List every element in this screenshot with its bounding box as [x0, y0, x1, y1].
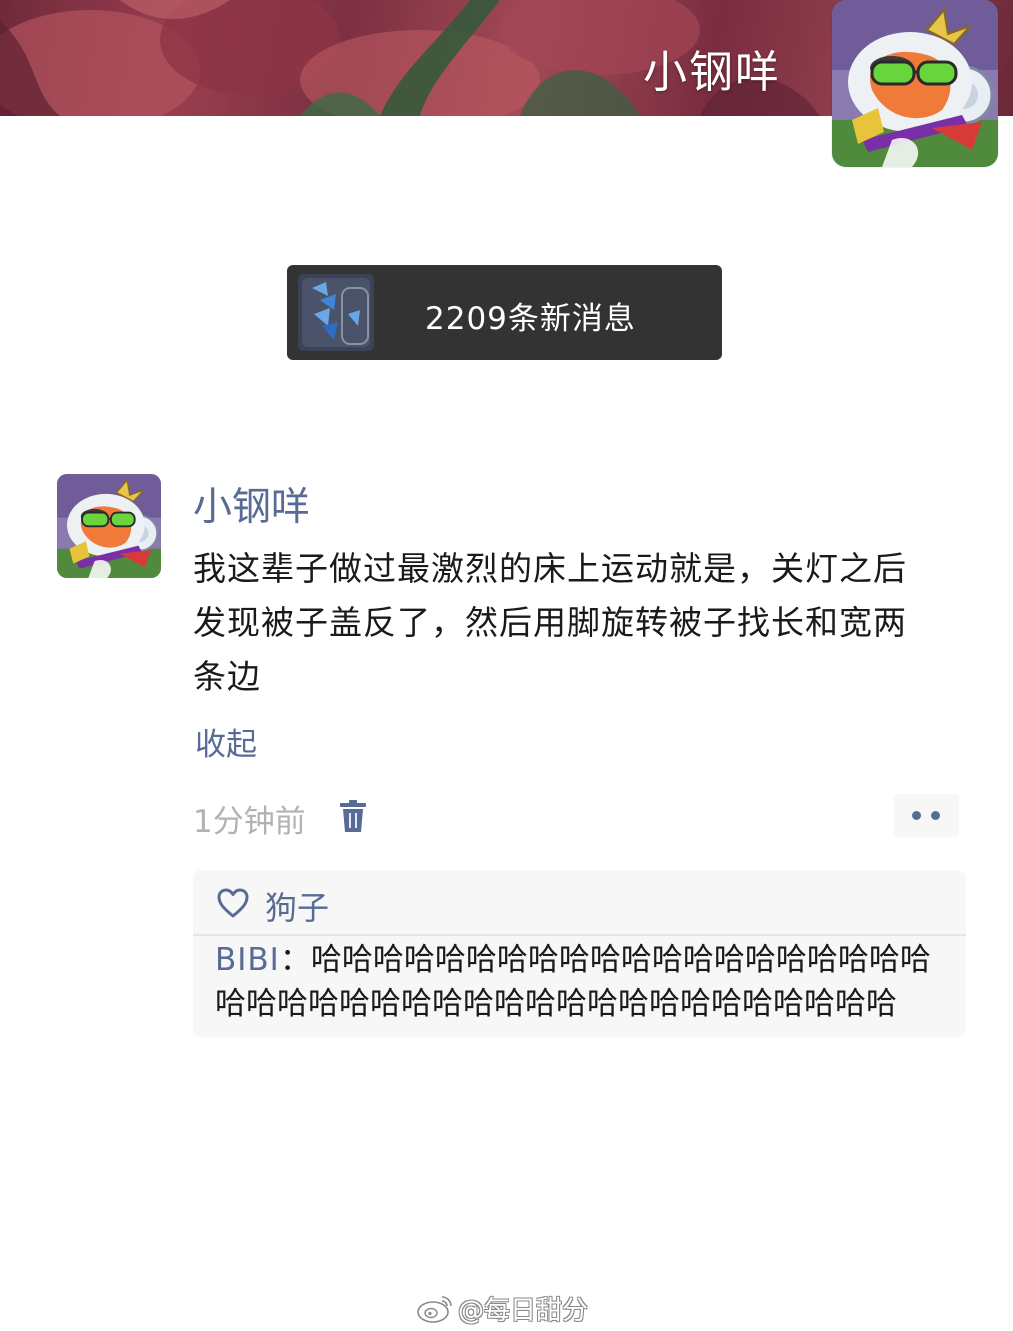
comment-item[interactable]: BIBI：哈哈哈哈哈哈哈哈哈哈哈哈哈哈哈哈哈哈哈哈哈哈哈哈哈哈哈哈哈哈哈哈哈哈哈… [215, 938, 950, 1026]
likes-row: 狗子 [193, 870, 966, 934]
new-messages-count: 2209条新消息 [425, 301, 636, 337]
collapse-link[interactable]: 收起 [195, 719, 257, 764]
post-author-name[interactable]: 小钢咩 [193, 476, 310, 532]
more-dots-icon [931, 811, 940, 820]
more-actions-button[interactable] [894, 794, 959, 837]
comment-text: 哈哈哈哈哈哈哈哈哈哈哈哈哈哈哈哈哈哈哈哈哈哈哈哈哈哈哈哈哈哈哈哈哈哈哈哈哈哈哈哈… [215, 942, 931, 1022]
post-body-text: 我这辈子做过最激烈的床上运动就是，关灯之后发现被子盖反了，然后用脚旋转被子找长和… [193, 549, 907, 696]
watermark-text: @每日甜分 [458, 1296, 589, 1326]
weibo-logo-icon [417, 1296, 452, 1323]
new-messages-notice[interactable]: 2209条新消息 [287, 265, 722, 360]
notice-avatar [298, 274, 374, 351]
header-avatar[interactable] [832, 0, 998, 167]
divider [193, 934, 966, 936]
post-timestamp: 1分钟前 [193, 804, 306, 840]
post-author-avatar[interactable] [57, 474, 161, 578]
interaction-panel: 狗子 BIBI：哈哈哈哈哈哈哈哈哈哈哈哈哈哈哈哈哈哈哈哈哈哈哈哈哈哈哈哈哈哈哈哈… [193, 870, 966, 1037]
comment-author[interactable]: BIBI [215, 942, 280, 978]
more-dots-icon [912, 811, 921, 820]
cover-username: 小钢咩 [643, 47, 781, 98]
heart-outline-icon [217, 888, 249, 918]
trash-icon[interactable] [340, 800, 366, 832]
like-user-name[interactable]: 狗子 [265, 883, 329, 929]
comment-separator: ： [279, 942, 311, 978]
